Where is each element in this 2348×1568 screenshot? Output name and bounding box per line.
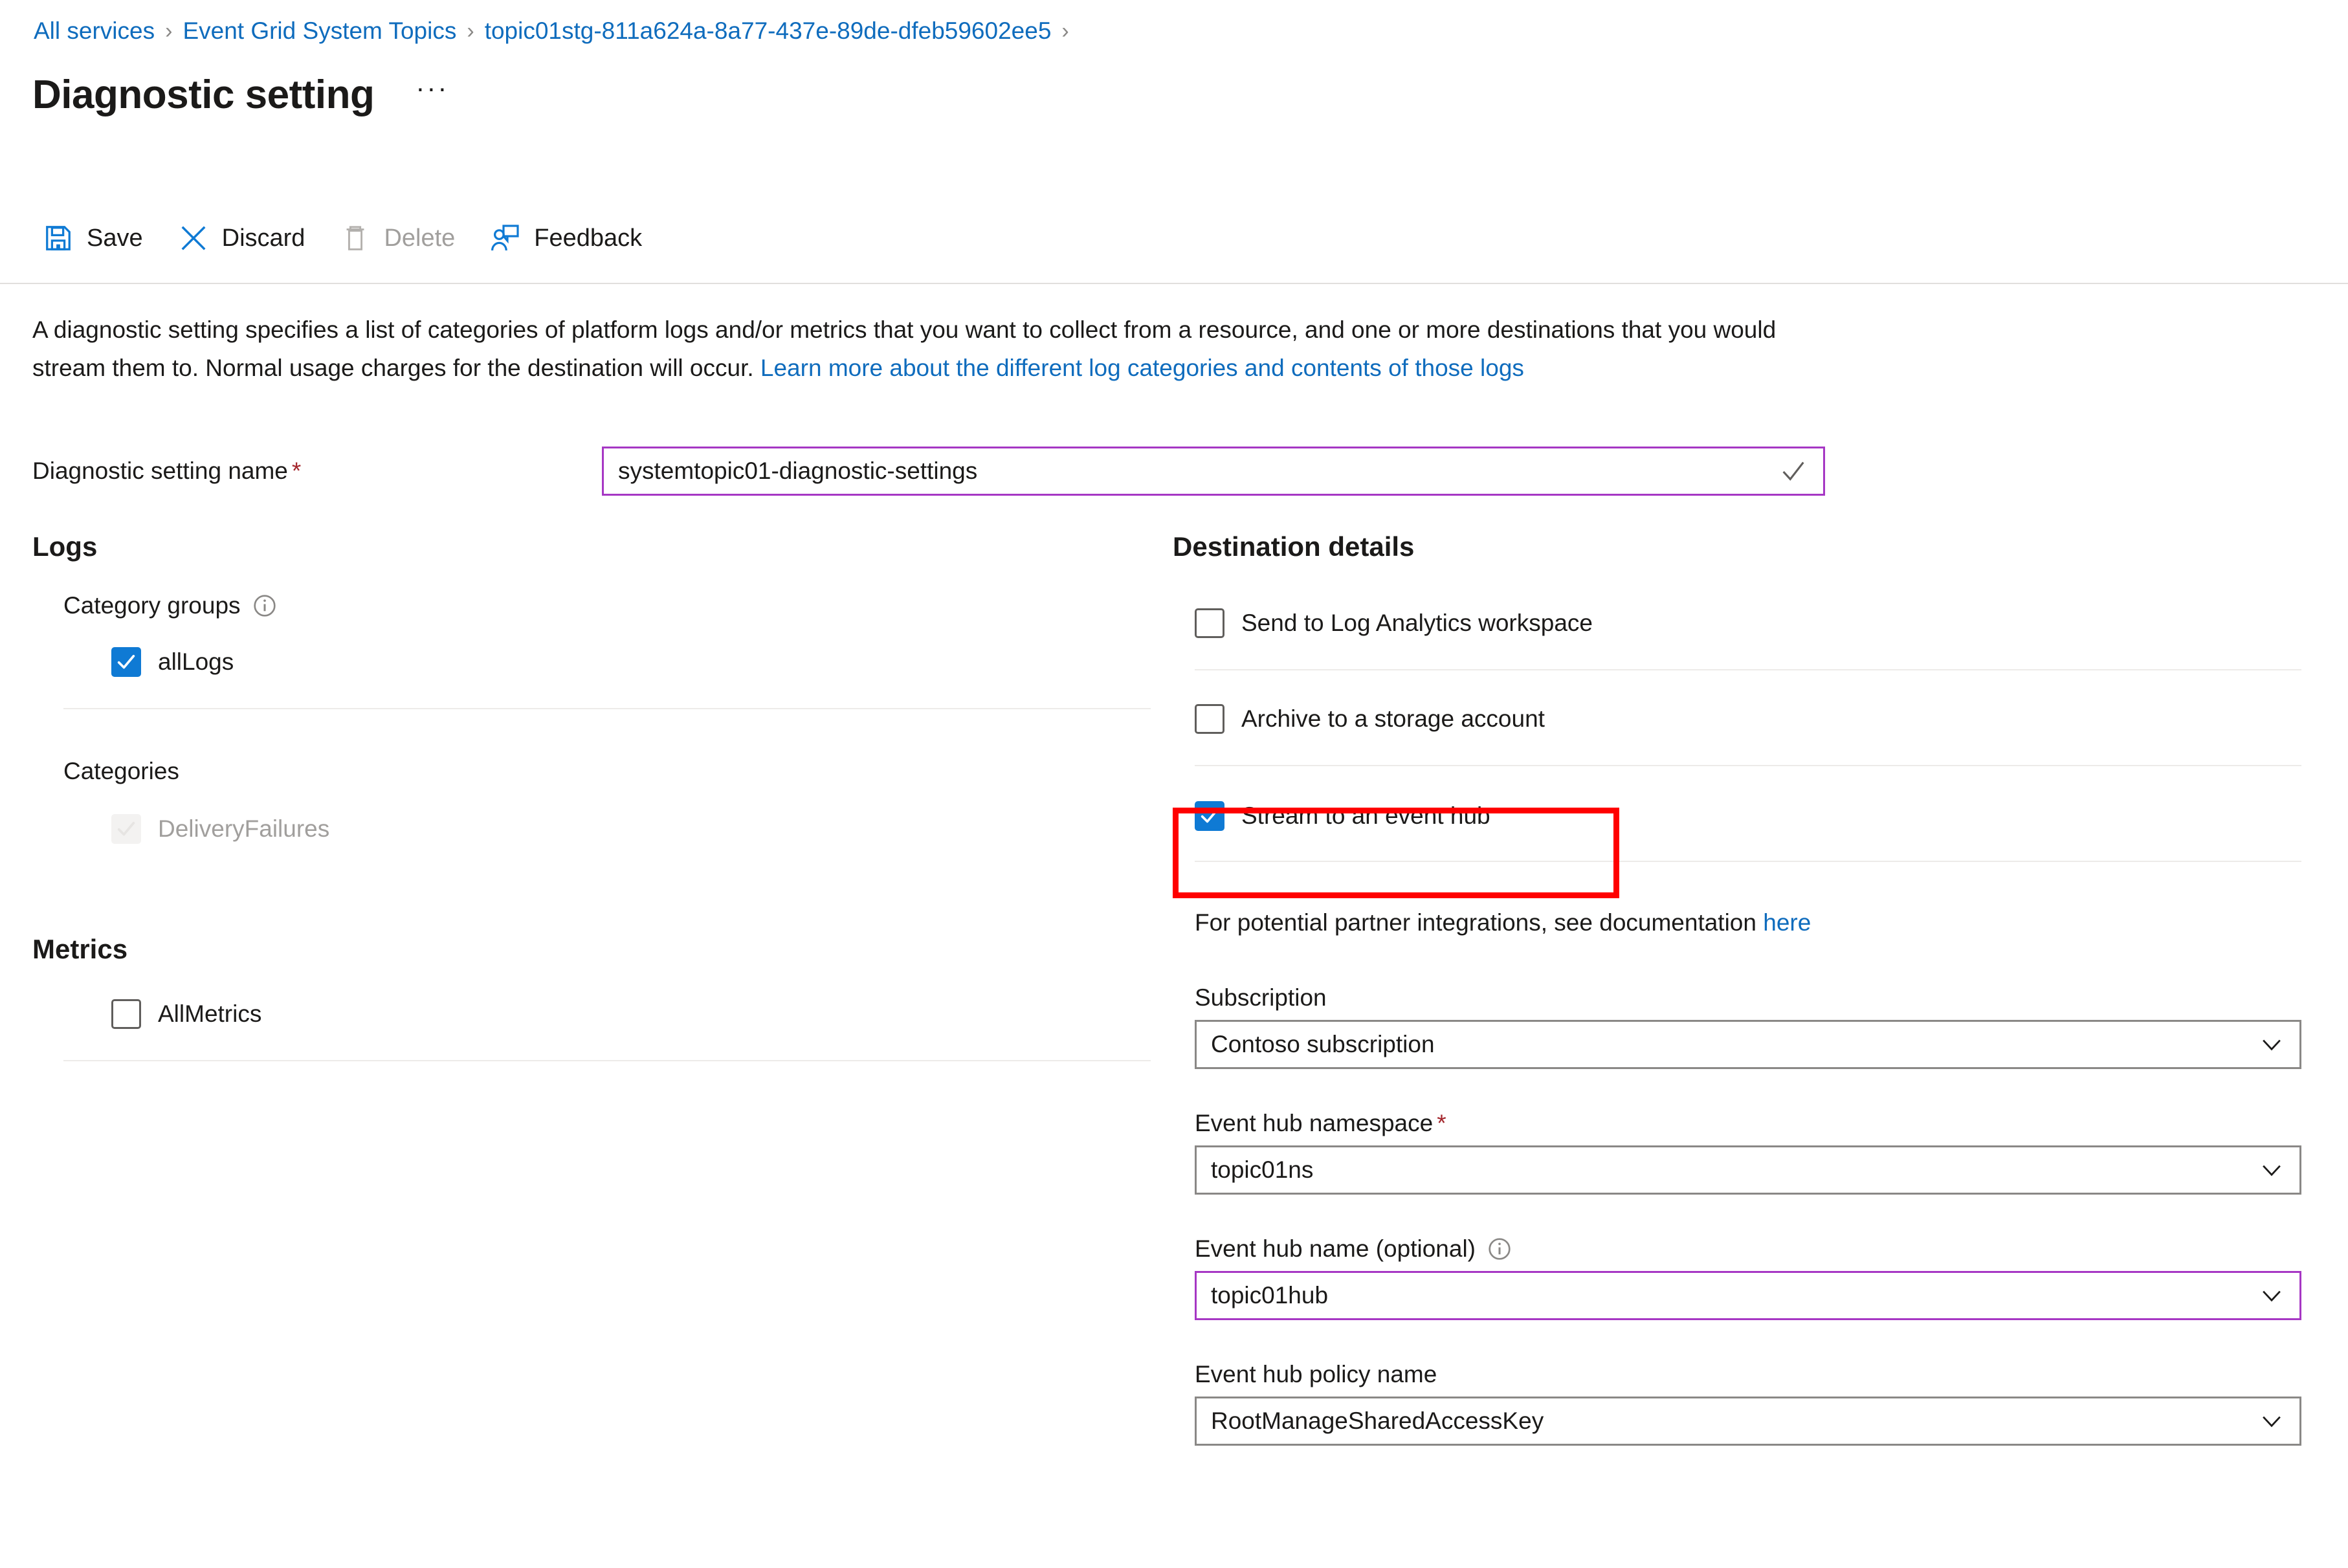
partner-integrations-text: For potential partner integrations, see … [1195,909,1764,936]
diagnostic-setting-name-label-text: Diagnostic setting name [32,458,288,484]
save-button-label: Save [87,225,143,252]
diagnostic-setting-name-value: systemtopic01-diagnostic-settings [618,458,978,484]
close-x-icon [177,221,210,255]
delete-button: Delete [338,208,455,268]
checkbox-row-alllogs[interactable]: allLogs [111,647,1152,677]
checkbox-label-deliveryfailures: DeliveryFailures [158,815,330,842]
event-hub-policy-name-dropdown[interactable]: RootManageSharedAccessKey [1195,1397,2301,1446]
destination-details-column: Destination details Send to Log Analytic… [1173,531,2325,1446]
checkbox-row-allmetrics[interactable]: AllMetrics [111,999,1152,1029]
logs-and-metrics-column: Logs Category groups allLogs Categories [32,531,1152,1061]
categories-label: Categories [63,757,1152,786]
event-hub-policy-name-label-text: Event hub policy name [1195,1361,1437,1387]
trash-icon [338,221,372,255]
diagnostic-setting-name-row: Diagnostic setting name * systemtopic01-d… [32,447,1825,496]
checkbox-row-deliveryfailures: DeliveryFailures [111,814,1152,844]
save-icon [41,221,75,255]
subscription-dropdown[interactable]: Contoso subscription [1195,1020,2301,1069]
diagnostic-setting-name-label: Diagnostic setting name * [32,457,602,485]
learn-more-link[interactable]: Learn more about the different log categ… [760,355,1524,381]
subscription-label-text: Subscription [1195,984,1327,1011]
divider [1195,669,2301,670]
subscription-value: Contoso subscription [1211,1031,1435,1057]
checkbox-label-allmetrics: AllMetrics [158,1000,262,1027]
checkbox-allmetrics[interactable] [111,999,141,1029]
divider [1195,861,2301,862]
breadcrumb-item-event-grid-system-topics[interactable]: Event Grid System Topics [183,17,456,45]
breadcrumb-item-all-services[interactable]: All services [34,17,155,45]
checkbox-row-log-analytics[interactable]: Send to Log Analytics workspace [1195,608,2325,638]
feedback-person-icon [489,221,522,255]
page-header: Diagnostic setting ··· [32,71,449,119]
description-text: A diagnostic setting specifies a list of… [32,311,1851,387]
event-hub-name-dropdown[interactable]: topic01hub [1195,1271,2301,1320]
event-hub-policy-name-value: RootManageSharedAccessKey [1211,1408,1544,1434]
diagnostic-setting-name-input[interactable]: systemtopic01-diagnostic-settings [602,447,1825,496]
chevron-down-icon [2249,1407,2294,1435]
event-hub-name-value: topic01hub [1211,1282,1329,1309]
event-hub-policy-name-label: Event hub policy name [1195,1360,2325,1389]
delete-button-label: Delete [384,225,456,252]
checkbox-row-event-hub[interactable]: Stream to an event hub [1195,801,2325,831]
divider [1195,765,2301,766]
chevron-down-icon [2249,1030,2294,1059]
divider [63,708,1151,709]
breadcrumb-separator-icon: › [165,19,173,43]
more-options-icon[interactable]: ··· [415,74,449,112]
checkbox-send-to-log-analytics[interactable] [1195,608,1224,638]
category-groups-label-text: Category groups [63,592,241,619]
checkbox-label-alllogs: allLogs [158,648,234,675]
checkbox-row-storage-account[interactable]: Archive to a storage account [1195,704,2325,734]
chevron-down-icon [2249,1156,2294,1184]
destination-details-title: Destination details [1173,531,1415,562]
discard-button-label: Discard [221,225,305,252]
event-hub-namespace-label-text: Event hub namespace [1195,1110,1434,1136]
info-icon[interactable] [1486,1235,1513,1263]
event-hub-name-label: Event hub name (optional) [1195,1235,2325,1263]
required-marker: * [291,458,302,484]
event-hub-namespace-value: topic01ns [1211,1156,1314,1183]
command-bar-divider [0,283,2348,284]
breadcrumb-separator-icon: › [467,19,474,43]
save-button[interactable]: Save [41,208,143,268]
categories-label-text: Categories [63,758,179,784]
metrics-section-title: Metrics [32,934,128,964]
page-title: Diagnostic setting [32,72,375,117]
checkbox-label-archive-to-storage: Archive to a storage account [1241,705,1545,732]
valid-checkmark-icon [1773,452,1814,491]
info-icon[interactable] [251,592,278,619]
breadcrumb-separator-icon: › [1061,19,1069,43]
chevron-down-icon [2249,1281,2294,1310]
event-hub-namespace-dropdown[interactable]: topic01ns [1195,1145,2301,1195]
required-marker: * [1437,1110,1446,1136]
logs-section-title: Logs [32,531,98,562]
breadcrumb: All services › Event Grid System Topics … [34,17,1080,45]
checkbox-label-stream-to-event-hub: Stream to an event hub [1241,802,1490,829]
partner-integrations-note: For potential partner integrations, see … [1195,909,2325,937]
partner-docs-here-link[interactable]: here [1763,909,1811,936]
divider [63,1060,1151,1061]
category-groups-label: Category groups [63,591,1152,620]
discard-button[interactable]: Discard [177,208,305,268]
feedback-button-label: Feedback [534,225,643,252]
breadcrumb-item-topic[interactable]: topic01stg-811a624a-8a77-437e-89de-dfeb5… [485,17,1052,45]
checkbox-deliveryfailures [111,814,141,844]
checkbox-label-send-to-log-analytics: Send to Log Analytics workspace [1241,610,1593,636]
checkbox-stream-to-event-hub[interactable] [1195,801,1224,831]
event-hub-name-label-text: Event hub name (optional) [1195,1235,1476,1262]
event-hub-namespace-label: Event hub namespace * [1195,1109,2325,1138]
checkbox-alllogs[interactable] [111,647,141,677]
checkbox-archive-to-storage[interactable] [1195,704,1224,734]
subscription-label: Subscription [1195,984,2325,1012]
command-bar: Save Discard Delete Feedback [41,208,676,268]
feedback-button[interactable]: Feedback [489,208,642,268]
